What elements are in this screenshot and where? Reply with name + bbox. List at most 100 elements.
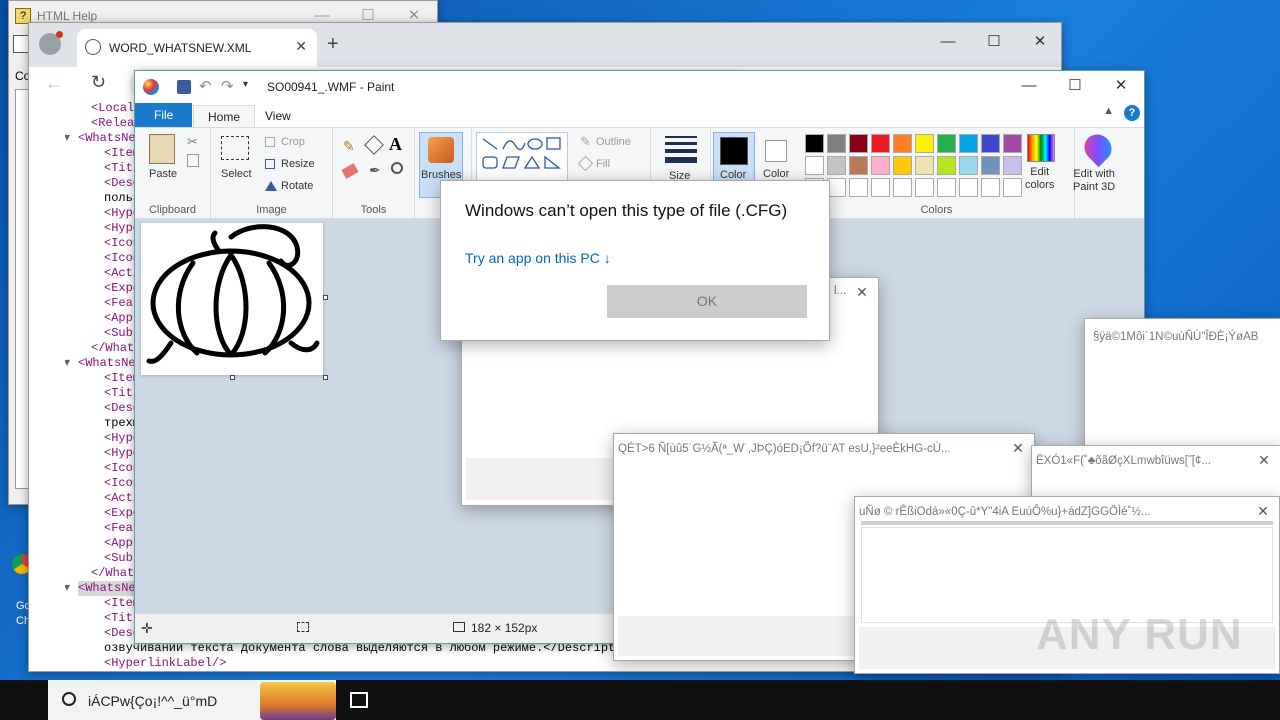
palette-empty-swatch[interactable] [1003, 178, 1022, 197]
palette-empty-swatch[interactable] [915, 178, 934, 197]
colors-group: Edit colors Colors [799, 128, 1075, 220]
search-highlight-image [260, 682, 336, 720]
browser-minimize-button[interactable]: — [925, 27, 971, 57]
palette-swatch[interactable] [893, 134, 912, 153]
redo-icon[interactable]: ↷ [221, 77, 234, 95]
palette-swatch[interactable] [959, 134, 978, 153]
resize-handle[interactable] [230, 375, 235, 380]
color1-swatch [720, 137, 748, 165]
tab-view[interactable]: View [251, 105, 305, 127]
garbled-dialog-4[interactable]: ËXÓ1«F(˚♣õãØçXLmwbîüws[˝[¢... ✕ [1031, 445, 1280, 500]
taskbar-search-box[interactable]: iÁCPw{Ço¡!^^_ü°mD [48, 680, 336, 720]
tab-close-icon[interactable]: ✕ [295, 38, 307, 55]
select-button[interactable]: Select [219, 134, 253, 190]
back-button[interactable]: ← [45, 73, 63, 94]
edit-paint3d-button[interactable]: Edit with Paint 3D [1071, 128, 1127, 198]
palette-empty-swatch[interactable] [871, 178, 890, 197]
paint-minimize-button[interactable]: — [1006, 71, 1052, 101]
palette-empty-swatch[interactable] [981, 178, 1000, 197]
fill-bucket-icon[interactable] [364, 135, 384, 155]
palette-swatch[interactable] [915, 156, 934, 175]
palette-swatch[interactable] [915, 134, 934, 153]
garbled-dialog-2[interactable]: §ÿä©1Môi´1N©uùÑÙ"ÎÐÈ¡ÝøAB [1084, 318, 1280, 450]
palette-swatch[interactable] [805, 156, 824, 175]
dialog-close-icon[interactable]: ✕ [850, 280, 874, 304]
fold-toggle-icon[interactable]: ▾ [65, 131, 70, 146]
resize-handle[interactable] [323, 375, 328, 380]
palette-swatch[interactable] [893, 156, 912, 175]
collapse-ribbon-icon[interactable]: ▲ [1103, 105, 1114, 117]
paint-close-button[interactable]: ✕ [1098, 71, 1144, 101]
color-picker-icon[interactable]: ✒ [369, 162, 381, 179]
ribbon-tabs: File Home View ▲ ? [135, 103, 1144, 127]
customize-qa-icon[interactable]: ▾ [243, 79, 248, 90]
cant-open-dialog[interactable]: Windows can’t open this type of file (.C… [440, 180, 830, 341]
color-palette [799, 128, 1029, 208]
eraser-icon[interactable] [341, 163, 359, 179]
avatar[interactable] [39, 31, 63, 55]
dialog-close-icon[interactable]: ✕ [1251, 499, 1275, 523]
outline-button[interactable]: Outline [596, 136, 631, 148]
globe-icon [85, 39, 101, 55]
palette-swatch[interactable] [849, 134, 868, 153]
palette-swatch[interactable] [981, 156, 1000, 175]
palette-swatch[interactable] [827, 134, 846, 153]
palette-swatch[interactable] [981, 134, 1000, 153]
image-group-label: Image [256, 204, 287, 216]
edit-colors-button[interactable]: Edit colors [1021, 132, 1061, 196]
brush-icon [428, 137, 454, 163]
browser-maximize-button[interactable]: ☐ [971, 27, 1017, 57]
text-icon[interactable]: A [389, 134, 402, 155]
cut-icon[interactable]: ✂ [187, 134, 198, 150]
taskbar: iÁCPw{Ço¡!^^_ü°mD [0, 680, 1280, 720]
save-icon[interactable] [177, 80, 191, 94]
dialog-close-icon[interactable]: ✕ [1006, 436, 1030, 460]
paste-button[interactable]: Paste [145, 132, 181, 192]
anyrun-watermark: ANY RUN [1036, 610, 1276, 670]
browser-close-button[interactable]: ✕ [1017, 27, 1063, 57]
palette-swatch[interactable] [937, 156, 956, 175]
palette-swatch[interactable] [871, 156, 890, 175]
crop-button[interactable]: Crop [281, 136, 305, 148]
palette-swatch[interactable] [871, 134, 890, 153]
palette-empty-swatch[interactable] [937, 178, 956, 197]
new-tab-button[interactable]: + [327, 33, 339, 56]
palette-swatch[interactable] [1003, 156, 1022, 175]
fold-toggle-icon[interactable]: ▾ [65, 356, 70, 371]
palette-swatch[interactable] [1003, 134, 1022, 153]
tab-file[interactable]: File [135, 103, 193, 127]
crop-icon [265, 137, 275, 147]
palette-swatch[interactable] [805, 134, 824, 153]
palette-swatch[interactable] [937, 134, 956, 153]
rotate-button[interactable]: Rotate [281, 180, 313, 192]
fill-button[interactable]: Fill [596, 158, 610, 170]
try-app-link[interactable]: Try an app on this PC ↓ [465, 250, 611, 266]
fold-toggle-icon[interactable]: ▾ [65, 581, 70, 596]
task-view-icon[interactable] [350, 692, 368, 708]
reload-button[interactable]: ↻ [91, 72, 106, 93]
pencil-icon[interactable]: ✎ [343, 138, 355, 155]
help-circle-icon[interactable]: ? [1124, 105, 1140, 121]
resize-button[interactable]: Resize [281, 158, 315, 170]
colors-group-label: Colors [920, 204, 953, 216]
paint3d-label: Edit with Paint 3D [1073, 168, 1116, 193]
tab-home[interactable]: Home [193, 105, 256, 127]
image-canvas[interactable] [141, 223, 323, 375]
undo-icon[interactable]: ↶ [199, 77, 212, 95]
ok-button[interactable]: OK [607, 285, 807, 318]
selection-size-icon [297, 622, 309, 632]
palette-swatch[interactable] [959, 156, 978, 175]
resize-handle[interactable] [323, 295, 328, 300]
palette-swatch[interactable] [849, 156, 868, 175]
palette-swatch[interactable] [827, 156, 846, 175]
browser-tab[interactable]: WORD_WHATSNEW.XML ✕ [77, 29, 317, 67]
select-rect-icon [221, 136, 249, 160]
palette-empty-swatch[interactable] [959, 178, 978, 197]
magnifier-icon[interactable] [391, 162, 403, 174]
palette-empty-swatch[interactable] [849, 178, 868, 197]
paint-maximize-button[interactable]: ☐ [1052, 71, 1098, 101]
dialog-close-icon[interactable]: ✕ [1252, 448, 1276, 472]
palette-empty-swatch[interactable] [893, 178, 912, 197]
toolbar-icon[interactable] [13, 35, 29, 53]
copy-icon[interactable] [187, 154, 199, 167]
